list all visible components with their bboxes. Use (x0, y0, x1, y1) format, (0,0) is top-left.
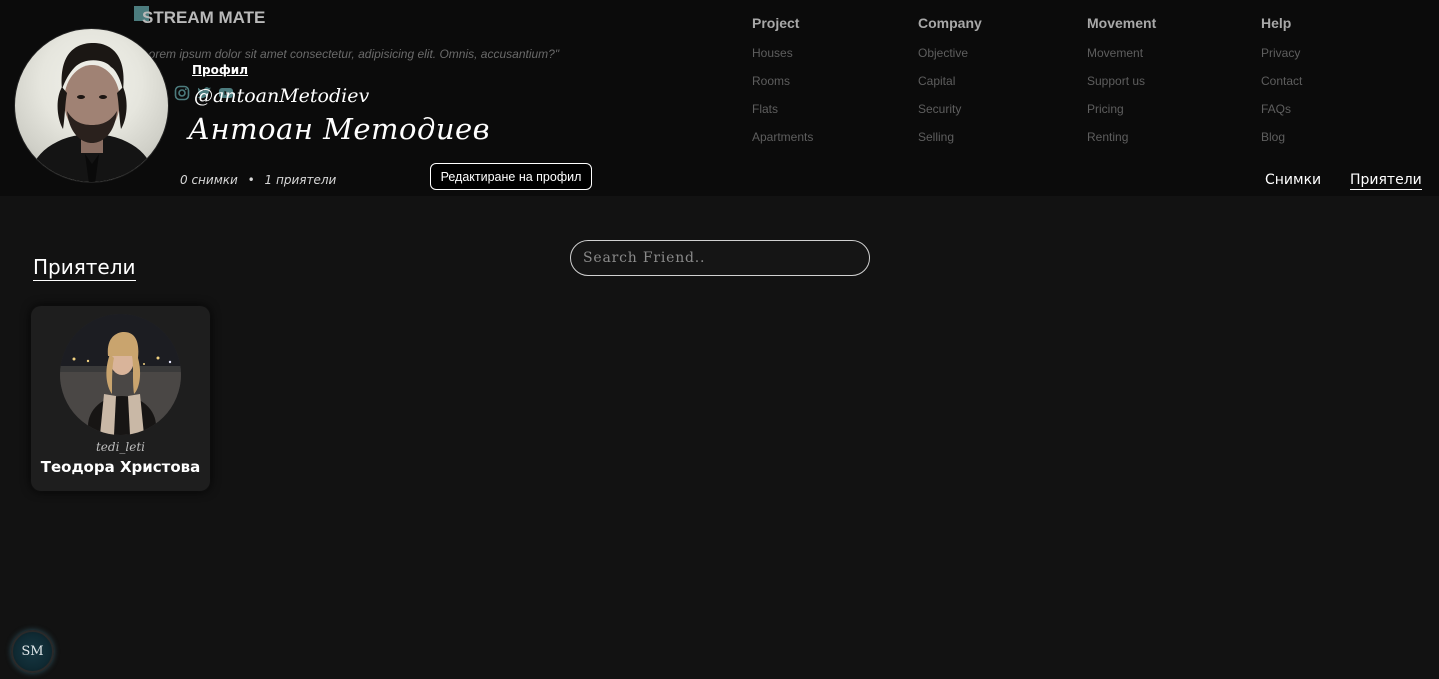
nav-column-project: Project Houses Rooms Flats Apartments (752, 15, 813, 157)
nav-link[interactable]: Rooms (752, 73, 813, 101)
photos-count: 0 снимки (180, 173, 238, 187)
nav-link[interactable]: Contact (1261, 73, 1302, 101)
profile-avatar[interactable] (14, 28, 169, 183)
edit-profile-button[interactable]: Редактиране на профил (430, 163, 592, 190)
friends-count: 1 приятели (264, 173, 337, 187)
friend-username: tedi_leti (95, 440, 146, 454)
nav-link[interactable]: Houses (752, 45, 813, 73)
nav-column-company: Company Objective Capital Security Selli… (918, 15, 982, 157)
nav-link[interactable]: Apartments (752, 129, 813, 157)
nav-link[interactable]: Pricing (1087, 101, 1156, 129)
nav-column-movement: Movement Movement Support us Pricing Ren… (1087, 15, 1156, 157)
profile-link[interactable]: Профил (192, 63, 248, 77)
nav-column-title: Help (1261, 15, 1292, 31)
friends-section-title: Приятели (33, 255, 136, 281)
nav-link[interactable]: Privacy (1261, 45, 1302, 73)
brand-name[interactable]: STREAM MATE (142, 8, 265, 28)
profile-stats: 0 снимки • 1 приятели (180, 173, 336, 187)
nav-link[interactable]: Renting (1087, 129, 1156, 157)
tab-photos[interactable]: Снимки (1265, 172, 1321, 188)
nav-link[interactable]: Blog (1261, 129, 1302, 157)
friend-name[interactable]: Теодора Христова (31, 458, 210, 476)
nav-link[interactable]: Support us (1087, 73, 1156, 101)
sm-logo-badge[interactable]: SM (11, 630, 54, 673)
profile-full-name: Антоан Методиев (188, 112, 491, 146)
nav-link[interactable]: Security (918, 101, 982, 129)
nav-column-title: Movement (1087, 15, 1157, 31)
nav-column-title: Company (918, 15, 982, 31)
nav-link[interactable]: Movement (1087, 45, 1156, 73)
nav-link[interactable]: FAQs (1261, 101, 1302, 129)
search-friend-input[interactable] (570, 240, 870, 276)
profile-handle: @antoanMetodiev (194, 85, 370, 107)
tab-friends[interactable]: Приятели (1350, 172, 1422, 190)
nav-link[interactable]: Capital (918, 73, 982, 101)
profile-header: STREAM MATE Lorem ipsum dolor sit amet c… (0, 0, 1439, 196)
stats-separator: • (247, 173, 255, 187)
nav-link[interactable]: Flats (752, 101, 813, 129)
nav-column-help: Help Privacy Contact FAQs Blog (1261, 15, 1302, 157)
friend-avatar[interactable] (60, 314, 181, 435)
nav-link[interactable]: Selling (918, 129, 982, 157)
nav-column-title: Project (752, 15, 800, 31)
brand-tagline: Lorem ipsum dolor sit amet consectetur, … (142, 47, 560, 61)
friend-card[interactable]: tedi_leti Теодора Христова (31, 306, 210, 491)
nav-link[interactable]: Objective (918, 45, 982, 73)
instagram-icon[interactable] (174, 85, 190, 101)
